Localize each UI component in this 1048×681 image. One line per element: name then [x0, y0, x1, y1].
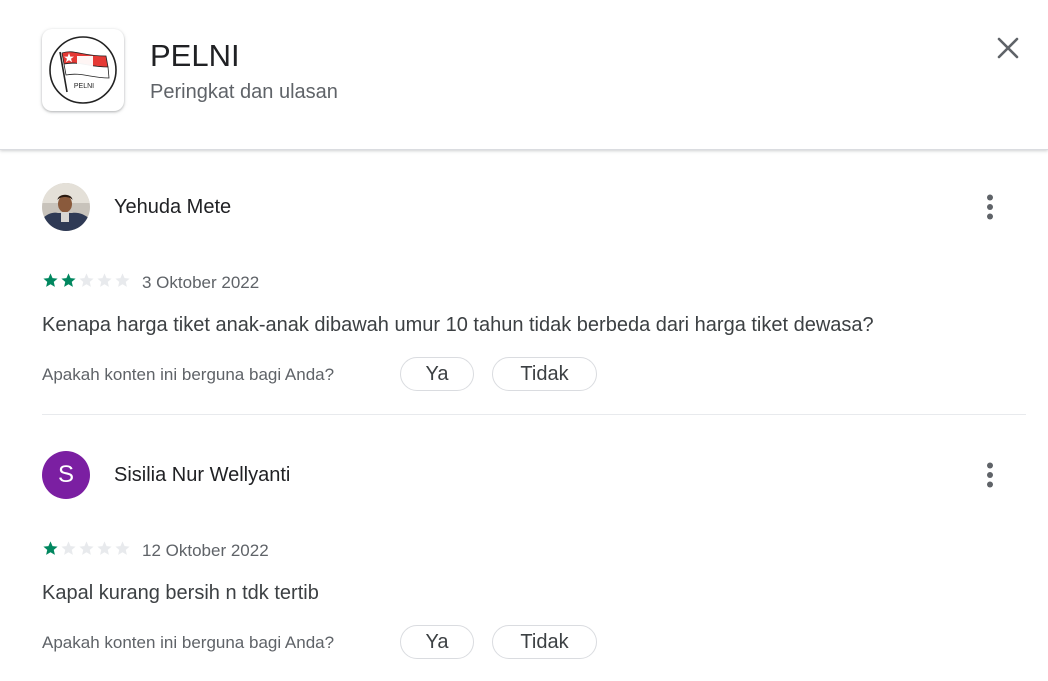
helpful-no-button[interactable]: Tidak — [492, 625, 597, 659]
star-empty-icon — [61, 541, 76, 555]
star-icon — [43, 541, 58, 555]
review-date: 12 Oktober 2022 — [142, 541, 269, 560]
more-options-button[interactable] — [970, 187, 1010, 227]
logo-text: PELNI — [74, 83, 94, 90]
helpful-question: Apakah konten ini berguna bagi Anda? — [42, 633, 335, 652]
star-empty-icon — [79, 541, 94, 555]
helpful-yes-button[interactable]: Ya — [400, 625, 474, 659]
helpful-yes-button[interactable]: Ya — [400, 357, 474, 391]
review-text: Kenapa harga tiket anak-anak dibawah umu… — [42, 314, 874, 336]
review-text: Kapal kurang bersih n tdk tertib — [42, 582, 319, 604]
star-empty-icon — [97, 541, 112, 555]
dialog-header: PELNI PELNI Peringkat dan ulasan — [0, 0, 1048, 150]
app-title: PELNI — [150, 38, 240, 73]
reviewer-name: Yehuda Mete — [114, 196, 232, 218]
helpful-question: Apakah konten ini berguna bagi Anda? — [42, 365, 335, 384]
avatar: S — [42, 451, 90, 499]
dialog-subtitle: Peringkat dan ulasan — [150, 81, 338, 103]
avatar — [42, 183, 90, 231]
star-empty-icon — [115, 541, 130, 555]
app-logo: PELNI — [42, 29, 124, 111]
pelni-logo-icon: PELNI — [49, 36, 117, 104]
avatar-photo-icon — [42, 183, 90, 231]
close-button[interactable] — [988, 28, 1028, 68]
more-vert-icon — [987, 462, 993, 488]
star-empty-icon — [115, 273, 130, 287]
star-icon — [61, 273, 76, 287]
helpful-no-button[interactable]: Tidak — [492, 357, 597, 391]
star-rating — [42, 540, 131, 557]
reviewer-name: Sisilia Nur Wellyanti — [114, 464, 291, 486]
review-divider — [42, 414, 1026, 415]
star-icon — [43, 273, 58, 287]
star-empty-icon — [97, 273, 112, 287]
close-icon — [997, 37, 1019, 59]
star-rating — [42, 272, 131, 289]
more-options-button[interactable] — [970, 455, 1010, 495]
more-vert-icon — [987, 194, 993, 220]
review-date: 3 Oktober 2022 — [142, 273, 260, 292]
star-empty-icon — [79, 273, 94, 287]
